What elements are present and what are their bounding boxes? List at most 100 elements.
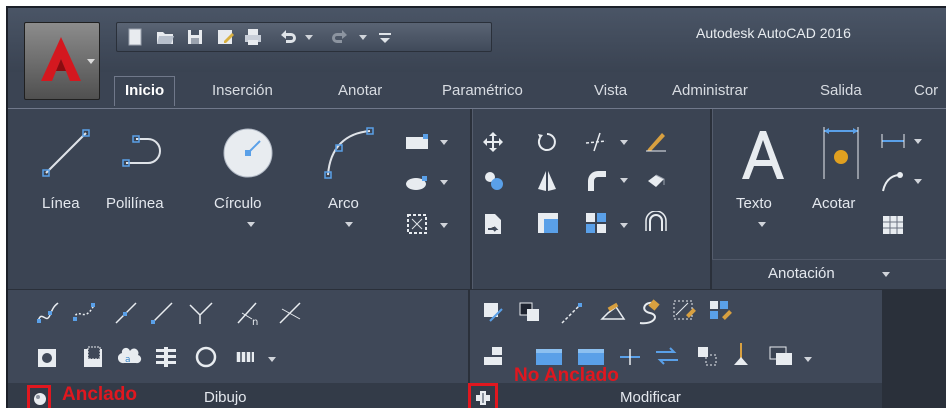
modify-panel-title[interactable]: Modificar [620, 389, 681, 406]
construction-line-icon[interactable] [114, 301, 138, 325]
circle-icon[interactable] [220, 125, 276, 181]
quick-access-toolbar [116, 22, 492, 52]
join-icon[interactable] [636, 299, 660, 325]
reverse-icon[interactable] [654, 345, 680, 367]
hatch-dropdown-icon[interactable] [440, 180, 448, 185]
ellipse-icon[interactable] [194, 345, 218, 369]
fillet-dropdown-icon[interactable] [620, 178, 628, 183]
revision-cloud-icon[interactable]: a [118, 345, 142, 369]
ribbon-tabs: Inicio Inserción Anotar Paramétrico Vist… [8, 76, 946, 106]
linear-dim-icon[interactable] [880, 131, 906, 151]
tab-anotar[interactable]: Anotar [338, 82, 382, 99]
hatch-edit-icon[interactable] [672, 299, 698, 325]
tab-vista[interactable]: Vista [594, 82, 627, 99]
save-as-icon[interactable] [215, 27, 235, 47]
leader-icon[interactable] [880, 171, 906, 193]
table-icon[interactable] [882, 215, 904, 235]
divide-icon[interactable]: n [236, 299, 264, 327]
print-icon[interactable] [243, 27, 263, 47]
draw-order-front-icon[interactable] [768, 343, 794, 369]
tab-cor[interactable]: Cor [914, 82, 938, 99]
rotate-icon[interactable] [536, 131, 558, 153]
array-dropdown-icon[interactable] [620, 223, 628, 228]
scale-icon[interactable] [536, 211, 560, 235]
edit-polyline-icon[interactable] [482, 301, 504, 323]
polygon-icon[interactable] [232, 349, 258, 365]
modify-more-dropdown-icon[interactable] [804, 357, 812, 362]
annotation-dropdown-icon[interactable] [882, 272, 890, 277]
region-icon[interactable] [36, 347, 58, 369]
measure-icon[interactable] [278, 299, 304, 325]
docked-highlight [27, 385, 51, 408]
draw-panel-title[interactable]: Dibujo [204, 389, 247, 406]
delete-duplicates-icon[interactable] [730, 341, 752, 369]
edit-array-icon[interactable] [708, 299, 734, 325]
drawing-area-edge[interactable] [884, 289, 946, 408]
copy-icon[interactable] [482, 169, 506, 193]
mirror-icon[interactable] [536, 169, 558, 193]
boundary-dropdown-icon[interactable] [440, 223, 448, 228]
dimension-label[interactable]: Acotar [812, 195, 855, 212]
window-title: Autodesk AutoCAD 2016 [696, 25, 851, 41]
arc-label[interactable]: Arco [328, 195, 359, 212]
array-icon[interactable] [584, 211, 608, 235]
offset-icon[interactable] [644, 211, 668, 235]
undo-icon[interactable] [277, 27, 297, 47]
line-icon[interactable] [40, 127, 92, 179]
stretch-icon[interactable] [482, 211, 504, 237]
arc-dropdown-icon[interactable] [345, 222, 353, 227]
wipeout-icon[interactable] [82, 345, 106, 369]
trim-dropdown-icon[interactable] [620, 140, 628, 145]
boundary-icon[interactable] [404, 211, 430, 237]
arc-icon[interactable] [320, 125, 374, 181]
open-folder-icon[interactable] [155, 27, 175, 47]
spline-fit-icon[interactable] [36, 301, 60, 325]
rectangle-icon[interactable] [404, 133, 430, 153]
multiple-points-icon[interactable] [188, 301, 214, 325]
linear-dim-dropdown-icon[interactable] [914, 139, 922, 144]
leader-dropdown-icon[interactable] [914, 179, 922, 184]
polyline-icon[interactable] [116, 127, 172, 179]
redo-dropdown-icon[interactable] [359, 35, 367, 40]
copy-nested-icon[interactable] [694, 343, 720, 369]
dimension-icon[interactable] [816, 125, 866, 181]
circle-dropdown-icon[interactable] [247, 222, 255, 227]
line-label[interactable]: Línea [42, 195, 80, 212]
spline-cv-icon[interactable] [72, 301, 96, 325]
undocked-highlight [468, 383, 498, 408]
lengthen-icon[interactable] [560, 301, 584, 325]
align-icon[interactable] [482, 343, 504, 369]
draw-more-dropdown-icon[interactable] [268, 357, 276, 362]
break-icon[interactable] [600, 301, 626, 323]
autocad-window: Autodesk AutoCAD 2016 Inicio Inserción A… [6, 6, 946, 408]
tab-administrar[interactable]: Administrar [672, 82, 748, 99]
annotation-panel-title[interactable]: Anotación [768, 265, 835, 282]
explode-icon[interactable] [644, 169, 668, 193]
fillet-icon[interactable] [584, 169, 608, 193]
tab-parametrico[interactable]: Paramétrico [442, 82, 523, 99]
circle-label[interactable]: Círculo [214, 195, 262, 212]
move-icon[interactable] [482, 131, 504, 153]
undo-dropdown-icon[interactable] [305, 35, 313, 40]
save-icon[interactable] [185, 27, 205, 47]
panel-separator [470, 109, 473, 289]
customize-icon[interactable] [375, 27, 395, 47]
ray-icon[interactable] [150, 301, 174, 325]
text-label[interactable]: Texto [736, 195, 772, 212]
hatch-icon[interactable] [404, 173, 430, 193]
rectangle-dropdown-icon[interactable] [440, 140, 448, 145]
donut-icon[interactable] [154, 345, 178, 369]
tab-salida[interactable]: Salida [820, 82, 862, 99]
text-icon[interactable] [738, 127, 788, 183]
tab-insercion[interactable]: Inserción [212, 82, 273, 99]
polyline-label[interactable]: Polilínea [106, 195, 164, 212]
chevron-down-icon [87, 59, 95, 64]
erase-icon[interactable] [644, 129, 668, 153]
draw-order-icon[interactable] [518, 301, 542, 323]
redo-icon[interactable] [331, 27, 351, 47]
tab-inicio[interactable]: Inicio [114, 76, 176, 106]
trim-icon[interactable] [584, 131, 608, 153]
new-file-icon[interactable] [125, 27, 145, 47]
text-dropdown-icon[interactable] [758, 222, 766, 227]
overkill-icon[interactable] [618, 347, 642, 367]
